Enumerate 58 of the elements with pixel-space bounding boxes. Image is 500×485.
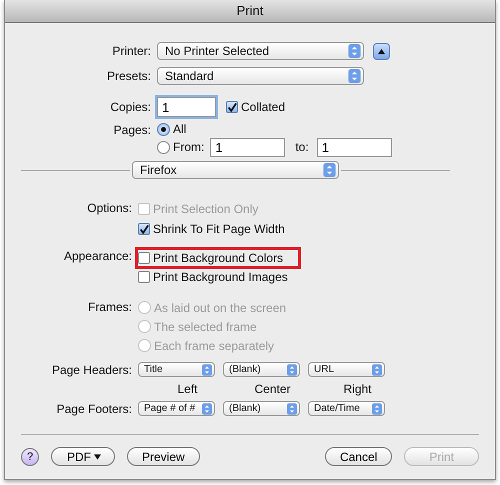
- checkbox[interactable]: [226, 101, 238, 113]
- column-label: Right: [342, 382, 372, 396]
- header-popup[interactable]: URL: [308, 362, 385, 377]
- field-label: Options:: [86, 200, 133, 217]
- field-label: Copies:: [109, 100, 152, 114]
- footer-popup[interactable]: Date/Time: [308, 401, 385, 416]
- window-title: Print: [5, 0, 495, 23]
- stepper-icon: [287, 364, 297, 376]
- stepper-icon: [202, 364, 212, 376]
- checkbox[interactable]: [138, 271, 150, 283]
- header-popup[interactable]: (Blank): [223, 362, 300, 377]
- checkbox[interactable]: [138, 252, 150, 264]
- footer-popup[interactable]: (Blank): [223, 401, 300, 416]
- field-label: to:: [295, 140, 309, 154]
- column-label: Left: [176, 382, 198, 396]
- stepper-icon: [202, 402, 212, 414]
- triangle-icon: [377, 48, 386, 54]
- field-label: Printer:: [111, 44, 152, 58]
- checkbox[interactable]: [138, 223, 150, 235]
- stepper-icon: [348, 69, 361, 83]
- checkbox-label: Collated: [241, 100, 286, 114]
- field-label: Frames:: [86, 299, 133, 316]
- pdf-button[interactable]: PDF: [51, 447, 115, 466]
- stepper-icon: [372, 364, 382, 376]
- column-label: Center: [253, 382, 292, 396]
- checkbox-label: Print Background Colors: [153, 251, 284, 265]
- field-label: Appearance:: [62, 248, 133, 265]
- from-field[interactable]: 1: [210, 138, 286, 156]
- radio-label: All: [173, 122, 186, 136]
- stepper-icon: [348, 44, 361, 58]
- help-button[interactable]: ?: [21, 448, 39, 466]
- radio-label: As laid out on the screen: [154, 300, 286, 314]
- stepper-icon: [287, 402, 297, 414]
- stepper-icon: [372, 402, 382, 414]
- to-field[interactable]: 1: [316, 138, 392, 156]
- field-label: Page Footers:: [56, 402, 133, 416]
- caret-icon: [94, 454, 101, 460]
- stepper-icon: [323, 163, 336, 177]
- radio-label: The selected frame: [154, 320, 257, 334]
- preview-button[interactable]: Preview: [127, 447, 200, 466]
- section-popup[interactable]: Firefox: [132, 161, 339, 179]
- checkbox-label: Print Background Images: [153, 270, 288, 284]
- radio-button[interactable]: [157, 122, 170, 136]
- field-label: Presets:: [106, 69, 152, 83]
- field-label: Pages:: [112, 122, 152, 137]
- checkbox-label: Print Selection Only: [153, 202, 258, 216]
- radio-label: From:: [173, 140, 204, 154]
- checkbox-label: Shrink To Fit Page Width: [153, 222, 285, 236]
- presets-popup[interactable]: Standard: [157, 67, 364, 85]
- field-label: Page Headers:: [50, 362, 133, 376]
- header-popup[interactable]: Title: [138, 362, 215, 377]
- printer-popup[interactable]: No Printer Selected: [157, 42, 364, 60]
- cancel-button[interactable]: Cancel: [324, 447, 392, 466]
- radio-button[interactable]: [157, 140, 170, 154]
- disclosure-button[interactable]: [373, 42, 390, 60]
- radio-label: Each frame separately: [154, 338, 274, 352]
- copies-field[interactable]: 1: [157, 97, 216, 117]
- footer-popup[interactable]: Page # of #: [138, 401, 215, 416]
